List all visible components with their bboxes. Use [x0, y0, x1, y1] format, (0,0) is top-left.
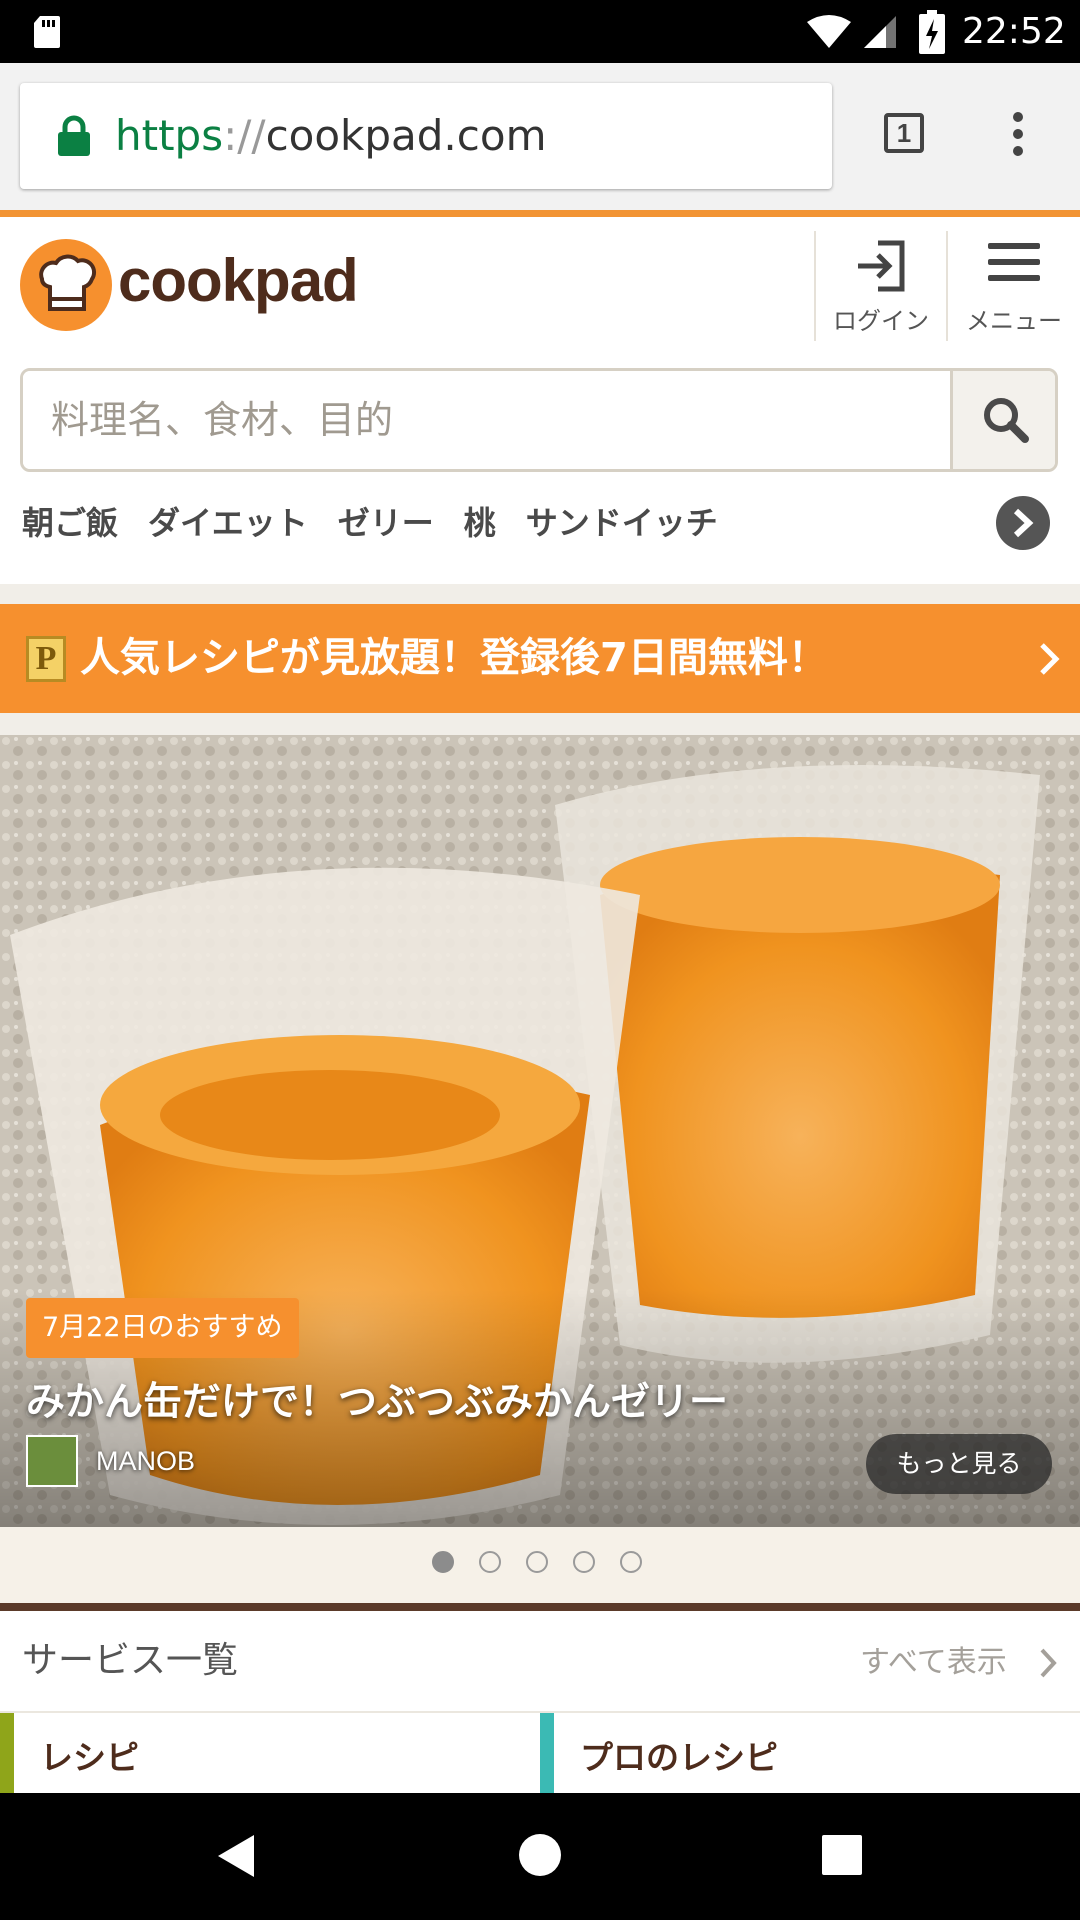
- section-separator: [0, 584, 1080, 604]
- section-separator: [0, 713, 1080, 735]
- keyword-link[interactable]: サンドイッチ: [526, 498, 718, 548]
- menu-label: メニュー: [966, 307, 1062, 335]
- login-icon: [858, 240, 905, 292]
- service-card-recipe[interactable]: レシピ: [0, 1713, 538, 1793]
- keyword-link[interactable]: ゼリー: [338, 498, 434, 548]
- service-label: レシピ: [40, 1738, 139, 1777]
- featured-recipe-card[interactable]: 7月22日のおすすめ みかん缶だけで！つぶつぶみかんゼリー MANOB もっと見…: [0, 735, 1080, 1527]
- recommendation-date-badge: 7月22日のおすすめ: [26, 1298, 299, 1358]
- recipe-title[interactable]: みかん缶だけで！つぶつぶみかんゼリー: [26, 1375, 728, 1431]
- cellular-signal-icon: [864, 16, 896, 48]
- carousel-dot[interactable]: [620, 1551, 642, 1573]
- service-accent-bar: [0, 1713, 14, 1793]
- show-all-link[interactable]: すべて表示: [860, 1637, 1007, 1689]
- search-input[interactable]: [23, 371, 949, 469]
- keywords-next-button[interactable]: [996, 496, 1050, 550]
- search-icon: [984, 398, 1029, 443]
- see-more-button[interactable]: もっと見る: [866, 1434, 1052, 1494]
- tab-switcher-button[interactable]: 1: [884, 113, 924, 153]
- login-button[interactable]: ログイン: [816, 217, 946, 347]
- keyword-link[interactable]: 桃: [464, 498, 496, 548]
- wifi-icon: [807, 15, 851, 48]
- services-title: サービス一覧: [22, 1640, 239, 1681]
- service-accent-bar: [540, 1713, 554, 1793]
- author-avatar[interactable]: [26, 1435, 78, 1487]
- carousel-dot[interactable]: [479, 1551, 501, 1573]
- status-time: 22:52: [962, 11, 1066, 52]
- chevron-right-icon: [1040, 643, 1060, 675]
- cookpad-logo-icon[interactable]: [20, 239, 112, 331]
- keyword-list: 朝ご飯 ダイエット ゼリー桃サンドイッチ: [22, 498, 1002, 548]
- carousel-indicator-area: [0, 1527, 1080, 1603]
- chevron-right-icon: [1013, 508, 1034, 538]
- cookpad-logo-text[interactable]: cookpad: [118, 241, 359, 321]
- hamburger-menu-icon: [988, 243, 1040, 281]
- carousel-dot[interactable]: [526, 1551, 548, 1573]
- search-button[interactable]: [950, 371, 1055, 469]
- carousel-dots: [432, 1551, 667, 1577]
- site-header: cookpad ログイン メニュー: [0, 217, 1080, 347]
- url-scheme: https: [115, 111, 224, 160]
- service-label: プロのレシピ: [580, 1738, 778, 1777]
- url-bar[interactable]: https://cookpad.com: [20, 83, 832, 189]
- system-navigation-bar: [0, 1793, 1080, 1920]
- keyword-link[interactable]: ダイエット: [148, 498, 308, 548]
- lock-icon: [58, 115, 90, 156]
- premium-promo-banner[interactable]: P 人気レシピが見放題！登録後7日間無料！: [0, 604, 1080, 713]
- screen: 22:52 https://cookpad.com 1 cookpad ログイン…: [0, 0, 1080, 1920]
- service-card-pro-recipe[interactable]: プロのレシピ: [540, 1713, 1080, 1793]
- services-header: サービス一覧 すべて表示: [0, 1611, 1080, 1713]
- status-bar: 22:52: [0, 0, 1080, 63]
- recent-apps-icon[interactable]: [822, 1835, 862, 1875]
- battery-charging-icon: [919, 10, 945, 54]
- url-text: https://cookpad.com: [115, 107, 546, 165]
- carousel-dot[interactable]: [432, 1551, 454, 1573]
- menu-button[interactable]: メニュー: [948, 217, 1080, 347]
- login-label: ログイン: [833, 307, 929, 335]
- home-icon[interactable]: [518, 1833, 562, 1877]
- url-host: cookpad.com: [265, 111, 547, 160]
- sd-card-icon: [34, 16, 60, 48]
- keyword-link[interactable]: 朝ご飯: [22, 498, 118, 548]
- author-name[interactable]: MANOB: [96, 1439, 195, 1483]
- browser-toolbar: https://cookpad.com 1: [0, 63, 1080, 210]
- chevron-right-icon: [1040, 1648, 1057, 1678]
- carousel-dot[interactable]: [573, 1551, 595, 1573]
- promo-text: 人気レシピが見放題！登録後7日間無料！: [80, 635, 828, 681]
- overflow-menu-icon[interactable]: [1006, 109, 1030, 159]
- section-divider: [0, 1603, 1080, 1611]
- header-accent-line: [0, 210, 1080, 217]
- back-icon[interactable]: [214, 1833, 256, 1879]
- premium-badge-icon: P: [26, 636, 66, 682]
- url-separator: ://: [223, 111, 266, 160]
- search-box: [20, 368, 1058, 472]
